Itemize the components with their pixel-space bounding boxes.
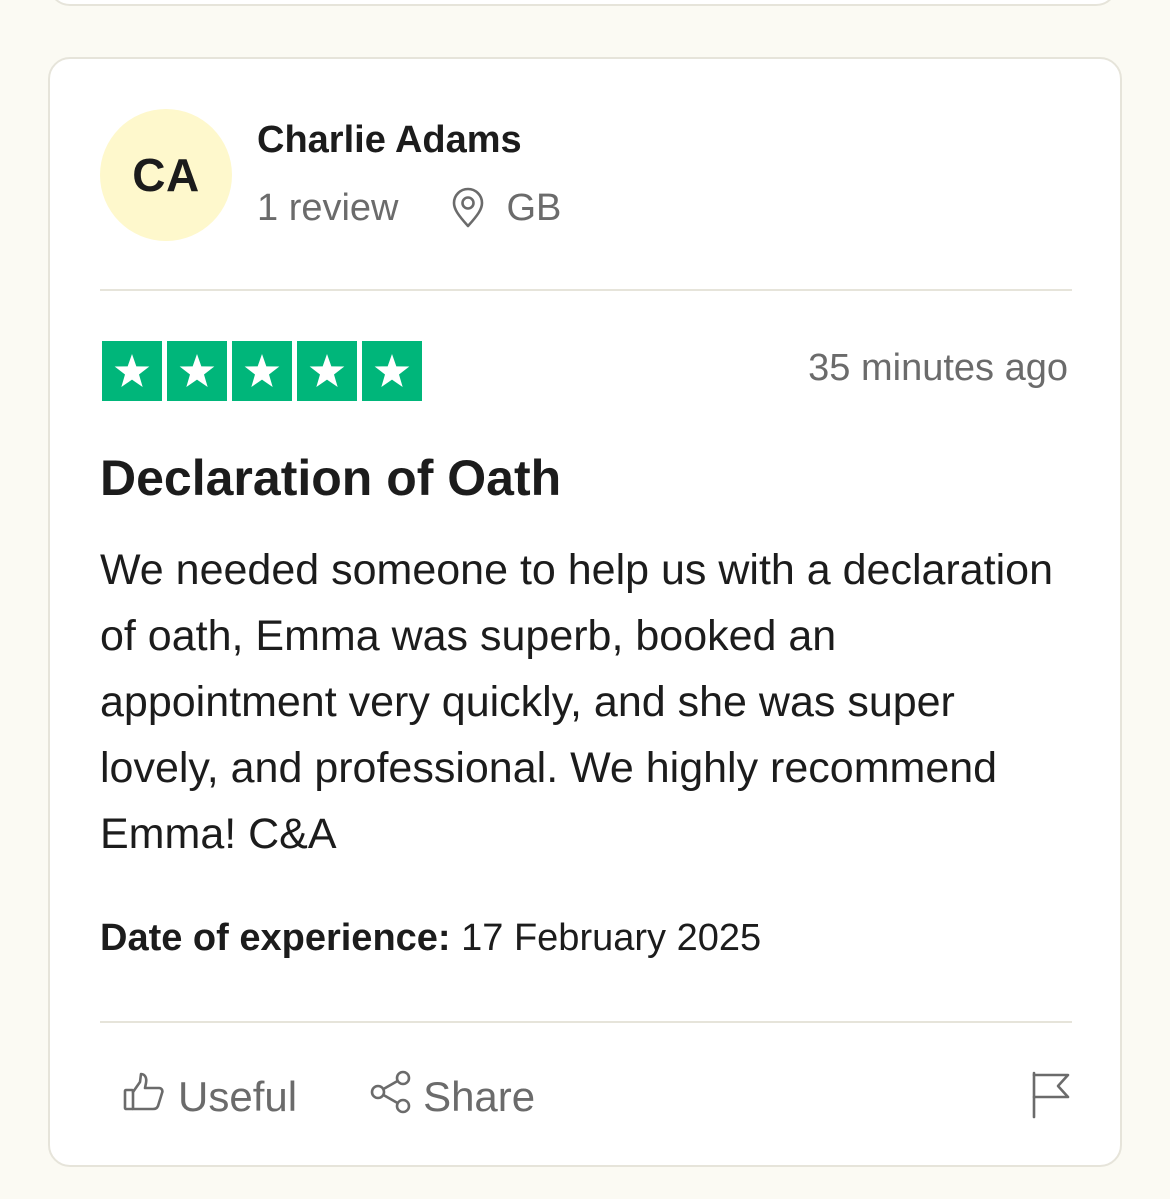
- reviewer-location: GB: [506, 186, 562, 229]
- share-icon: [369, 1069, 423, 1125]
- date-of-experience: Date of experience: 17 February 2025: [100, 917, 761, 960]
- experience-label: Date of experience:: [100, 917, 451, 959]
- share-label: Share: [423, 1073, 536, 1120]
- useful-button[interactable]: Useful: [122, 1070, 297, 1124]
- star-icon: [232, 341, 292, 401]
- flag-icon: [1028, 1069, 1072, 1126]
- avatar[interactable]: CA: [100, 109, 232, 241]
- review-timestamp: 35 minutes ago: [808, 347, 1068, 389]
- review-title[interactable]: Declaration of Oath: [100, 449, 561, 507]
- useful-label: Useful: [178, 1073, 298, 1120]
- thumbs-up-icon: [122, 1070, 178, 1124]
- location-pin-icon: [449, 187, 487, 229]
- experience-date: 17 February 2025: [461, 917, 762, 959]
- header-divider: [100, 289, 1072, 291]
- review-count: 1 review: [257, 186, 399, 229]
- star-icon: [102, 341, 162, 401]
- review-body: We needed someone to help us with a decl…: [100, 546, 1053, 858]
- report-flag-button[interactable]: [1026, 1067, 1074, 1127]
- reviewer-meta: 1 review GB: [257, 183, 561, 233]
- review-actions: Useful Share: [122, 1067, 535, 1127]
- star-rating: [102, 341, 427, 401]
- share-button[interactable]: Share: [369, 1069, 535, 1125]
- reviewer-name[interactable]: Charlie Adams: [257, 119, 522, 162]
- previous-review-card: [48, 0, 1118, 6]
- star-icon: [362, 341, 422, 401]
- star-icon: [297, 341, 357, 401]
- footer-divider: [100, 1021, 1072, 1023]
- review-card: CA Charlie Adams 1 review GB 35 minutes …: [48, 57, 1122, 1167]
- star-icon: [167, 341, 227, 401]
